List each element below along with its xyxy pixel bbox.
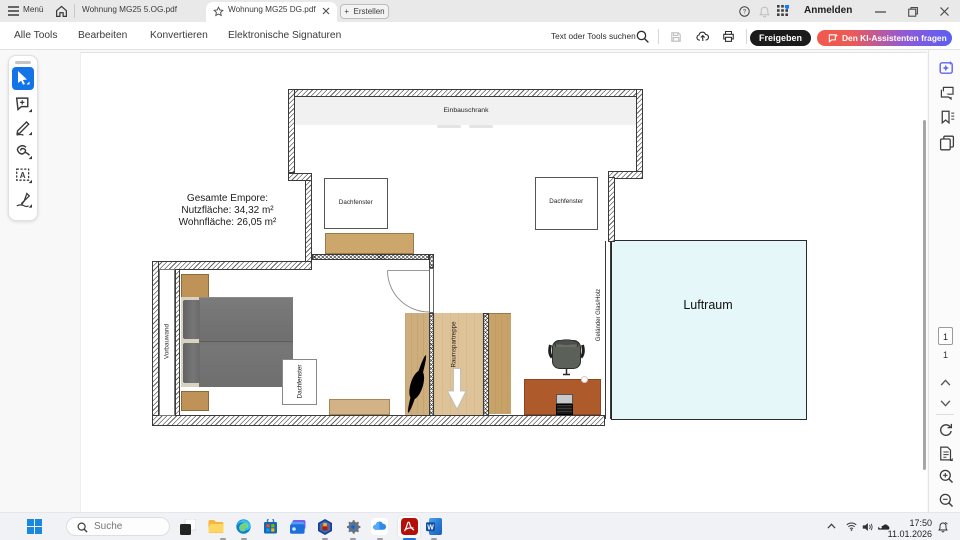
svg-text:W: W <box>427 524 434 531</box>
svg-text:A: A <box>19 171 25 180</box>
